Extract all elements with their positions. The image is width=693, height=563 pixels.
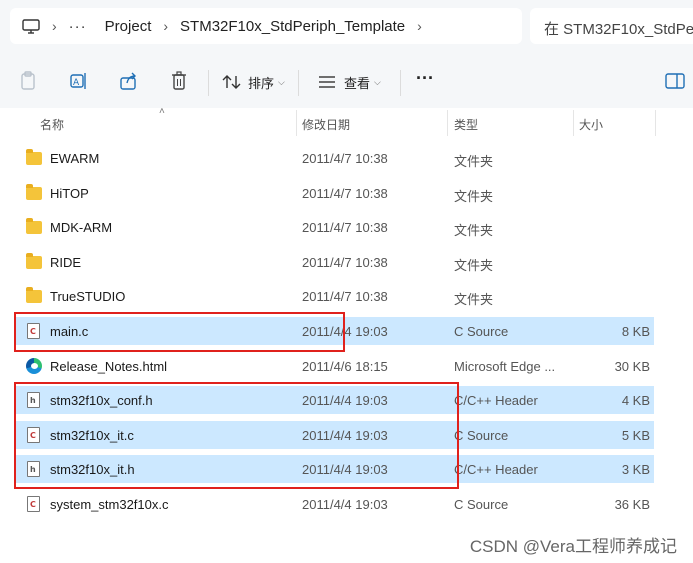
file-modified: 2011/4/7 10:38 — [302, 220, 388, 235]
file-name: MDK-ARM — [50, 220, 113, 235]
file-name: TrueSTUDIO — [50, 289, 126, 304]
file-name: RIDE — [50, 255, 82, 270]
view-button[interactable]: 查看 ⌵ — [318, 68, 381, 96]
chevron-down-icon: ⌵ — [374, 76, 381, 87]
command-bar: A 排序 ⌵ 查看 ⌵ ··· — [0, 56, 693, 106]
view-icon — [319, 76, 335, 88]
file-row[interactable]: EWARM 2011/4/7 10:38 文件夹 — [16, 144, 654, 172]
highlight-box-stm32-files — [14, 382, 459, 489]
file-modified: 2011/4/4 19:03 — [302, 497, 388, 512]
sort-ascending-icon: ˄ — [159, 106, 165, 117]
folder-icon — [26, 149, 42, 166]
file-row[interactable]: TrueSTUDIO 2011/4/7 10:38 文件夹 — [16, 282, 654, 310]
file-name: HiTOP — [50, 186, 89, 201]
file-row[interactable]: C system_stm32f10x.c 2011/4/4 19:03 C So… — [16, 490, 654, 518]
file-size: 30 KB — [614, 359, 650, 374]
share-icon[interactable] — [112, 64, 146, 98]
file-modified: 2011/4/7 10:38 — [302, 151, 388, 166]
toolbar-divider — [298, 70, 299, 96]
column-divider[interactable] — [296, 110, 297, 136]
file-name: system_stm32f10x.c — [50, 497, 169, 512]
file-size: 4 KB — [621, 393, 650, 408]
file-type: C Source — [454, 428, 509, 443]
file-type: C/C++ Header — [454, 393, 538, 408]
chevron-down-icon: ⌵ — [278, 76, 285, 87]
view-label: 查看 — [344, 75, 371, 91]
file-name: EWARM — [50, 151, 100, 166]
file-type: 文件夹 — [454, 223, 494, 238]
search-box[interactable]: 在 STM32F10x_StdPeriph — [530, 8, 693, 44]
file-row[interactable]: Release_Notes.html 2011/4/6 18:15 Micros… — [16, 352, 654, 380]
file-list: ˄ 名称 修改日期 类型 大小 EWARM 2011/4/7 10:38 文件夹… — [0, 106, 693, 563]
sort-label: 排序 — [248, 75, 275, 91]
column-header-modified[interactable]: 修改日期 — [302, 116, 350, 133]
file-modified: 2011/4/6 18:15 — [302, 359, 388, 374]
file-name: Release_Notes.html — [50, 359, 168, 374]
file-row[interactable]: HiTOP 2011/4/7 10:38 文件夹 — [16, 179, 654, 207]
rename-icon[interactable]: A — [62, 64, 96, 98]
chevron-right-icon[interactable]: › — [163, 18, 168, 34]
column-header-size[interactable]: 大小 — [579, 116, 603, 133]
details-pane-icon[interactable] — [658, 64, 692, 98]
watermark: CSDN @Vera工程师养成记 — [469, 537, 677, 556]
file-row[interactable]: RIDE 2011/4/7 10:38 文件夹 — [16, 248, 654, 276]
file-size: 8 KB — [621, 324, 650, 339]
file-row[interactable]: MDK-ARM 2011/4/7 10:38 文件夹 — [16, 213, 654, 241]
column-divider[interactable] — [573, 110, 574, 136]
column-divider[interactable] — [447, 110, 448, 136]
toolbar-divider — [208, 70, 209, 96]
folder-icon — [26, 287, 42, 304]
column-header-type[interactable]: 类型 — [454, 116, 478, 133]
file-type: C Source — [454, 324, 509, 339]
file-type: 文件夹 — [454, 154, 494, 169]
paste-icon[interactable] — [12, 64, 46, 98]
file-type: C/C++ Header — [454, 462, 538, 477]
sort-icon — [222, 75, 241, 89]
file-size: 5 KB — [621, 428, 650, 443]
sort-button[interactable]: 排序 ⌵ — [222, 68, 285, 96]
more-options-button[interactable]: ··· — [416, 64, 434, 92]
highlight-box-main-c — [14, 312, 345, 352]
file-modified: 2011/4/7 10:38 — [302, 289, 388, 304]
column-header-name[interactable]: 名称 — [40, 116, 64, 133]
toolbar-divider — [400, 70, 401, 96]
file-type: Microsoft Edge ... — [454, 359, 556, 374]
file-size: 36 KB — [614, 497, 650, 512]
c-file-icon: C — [26, 496, 42, 512]
breadcrumb-overflow-button[interactable]: ··· — [69, 18, 87, 35]
column-divider[interactable] — [655, 110, 656, 136]
breadcrumb-template[interactable]: STM32F10x_StdPeriph_Template — [180, 18, 405, 35]
folder-icon — [26, 184, 42, 201]
delete-icon[interactable] — [162, 64, 196, 98]
breadcrumb-project[interactable]: Project — [105, 18, 152, 35]
svg-text:A: A — [73, 78, 80, 88]
folder-icon — [26, 253, 42, 270]
chevron-right-icon[interactable]: › — [417, 18, 422, 34]
file-modified: 2011/4/7 10:38 — [302, 255, 388, 270]
folder-icon — [26, 218, 42, 235]
chevron-right-icon[interactable]: › — [52, 18, 57, 34]
this-pc-icon[interactable] — [22, 19, 40, 34]
file-type: 文件夹 — [454, 292, 494, 307]
file-type: 文件夹 — [454, 258, 494, 273]
address-bar[interactable]: › ··· Project › STM32F10x_StdPeriph_Temp… — [10, 8, 522, 44]
file-modified: 2011/4/7 10:38 — [302, 186, 388, 201]
file-type: C Source — [454, 497, 509, 512]
file-size: 3 KB — [621, 462, 650, 477]
column-header-row: ˄ 名称 修改日期 类型 大小 — [0, 106, 693, 138]
edge-icon — [26, 358, 42, 374]
file-type: 文件夹 — [454, 189, 494, 204]
